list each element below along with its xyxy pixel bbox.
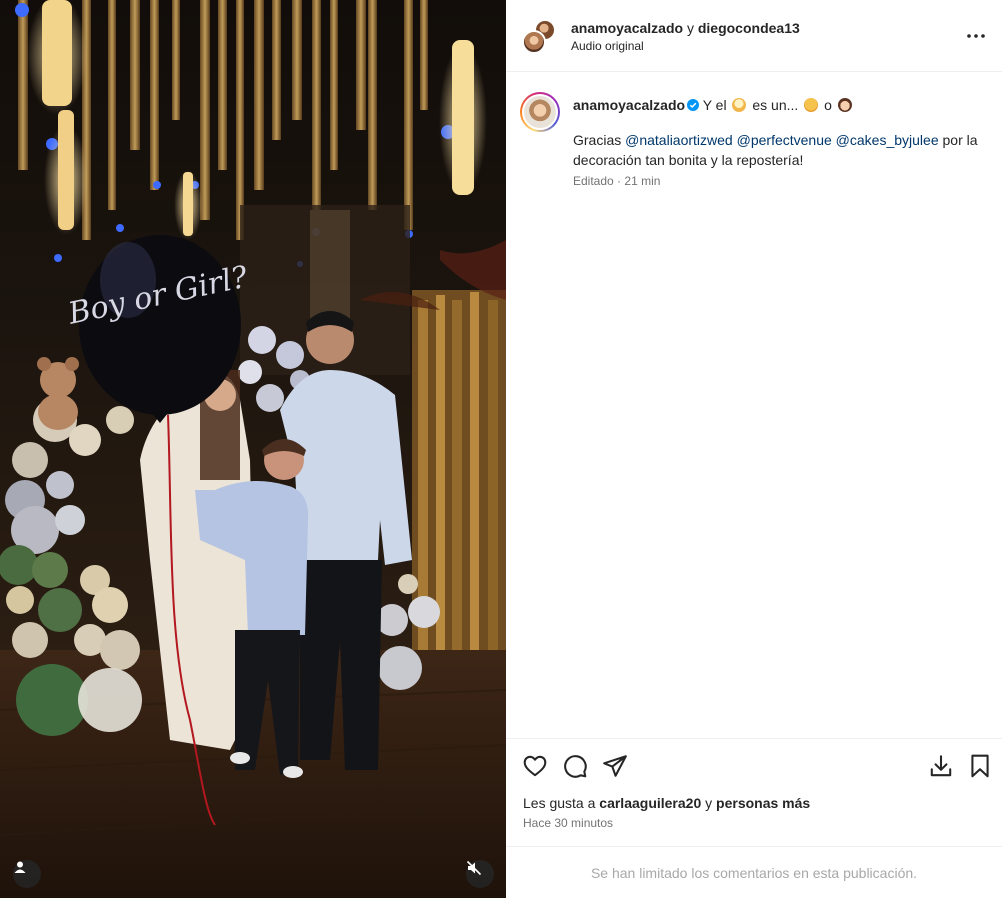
post-photo: Boy or Girl? <box>0 0 506 898</box>
audio-link[interactable]: Audio original <box>571 39 644 53</box>
authors-joiner: y <box>686 20 694 36</box>
post-media[interactable]: Boy or Girl? <box>0 0 506 898</box>
likes-joiner: y <box>705 795 713 811</box>
balloon-garland <box>0 398 142 736</box>
comment-icon[interactable] <box>562 753 588 779</box>
mention-link[interactable]: @nataliaortizwed <box>625 132 733 148</box>
bookmark-icon[interactable] <box>967 753 993 779</box>
caption-text: o <box>824 97 832 113</box>
baby-girl-emoji-icon <box>837 98 852 112</box>
liker-link[interactable]: carlaaguilera20 <box>599 795 701 811</box>
teddy-bear <box>37 357 79 430</box>
more-options-icon[interactable] <box>964 24 988 48</box>
post-authors: anamoyacalzado y diegocondea13 <box>571 19 800 37</box>
avatar[interactable] <box>520 92 560 132</box>
likes-others-link[interactable]: personas más <box>716 795 810 811</box>
post-side-panel: anamoyacalzado y diegocondea13 Audio ori… <box>506 0 1002 898</box>
caption-text: es un... <box>752 97 799 113</box>
baby-boy-emoji-icon <box>804 98 819 112</box>
avatar <box>522 30 546 54</box>
likes-prefix: Les gusta a <box>523 795 596 811</box>
mention-link[interactable]: @cakes_byjulee <box>836 132 939 148</box>
user-tag-icon[interactable] <box>13 860 41 888</box>
meta-separator: · <box>617 174 622 188</box>
caption-body: Gracias @nataliaortizwed @perfectvenue @… <box>573 130 983 170</box>
share-icon[interactable] <box>602 753 628 779</box>
caption-text: Y el <box>702 97 727 113</box>
likes-summary: Les gusta a carlaaguilera20 y personas m… <box>523 795 810 811</box>
author-link[interactable]: anamoyacalzado <box>571 20 683 36</box>
post-header: anamoyacalzado y diegocondea13 Audio ori… <box>506 0 1002 72</box>
baby-bottle-emoji-icon <box>732 98 747 112</box>
collab-avatars[interactable] <box>522 19 556 54</box>
verified-badge-icon <box>687 99 700 111</box>
comments-limited-notice: Se han limitado los comentarios en esta … <box>506 846 1002 898</box>
caption-age[interactable]: 21 min <box>624 174 660 188</box>
edited-label: Editado <box>573 174 614 188</box>
caption-first-line: anamoyacalzado Y el es un... o <box>573 96 854 114</box>
heart-icon[interactable] <box>522 753 548 779</box>
download-icon[interactable] <box>928 753 954 779</box>
muted-speaker-icon[interactable] <box>466 860 494 888</box>
post-actions: Les gusta a carlaaguilera20 y personas m… <box>506 738 1002 846</box>
author-link[interactable]: diegocondea13 <box>698 20 800 36</box>
caption-meta: Editado · 21 min <box>573 174 660 188</box>
caption-body-prefix: Gracias <box>573 132 622 148</box>
mention-link[interactable]: @perfectvenue <box>737 132 832 148</box>
caption-username[interactable]: anamoyacalzado <box>573 97 685 113</box>
bamboo-wall <box>412 290 506 690</box>
post-timestamp[interactable]: Hace 30 minutos <box>523 816 613 830</box>
